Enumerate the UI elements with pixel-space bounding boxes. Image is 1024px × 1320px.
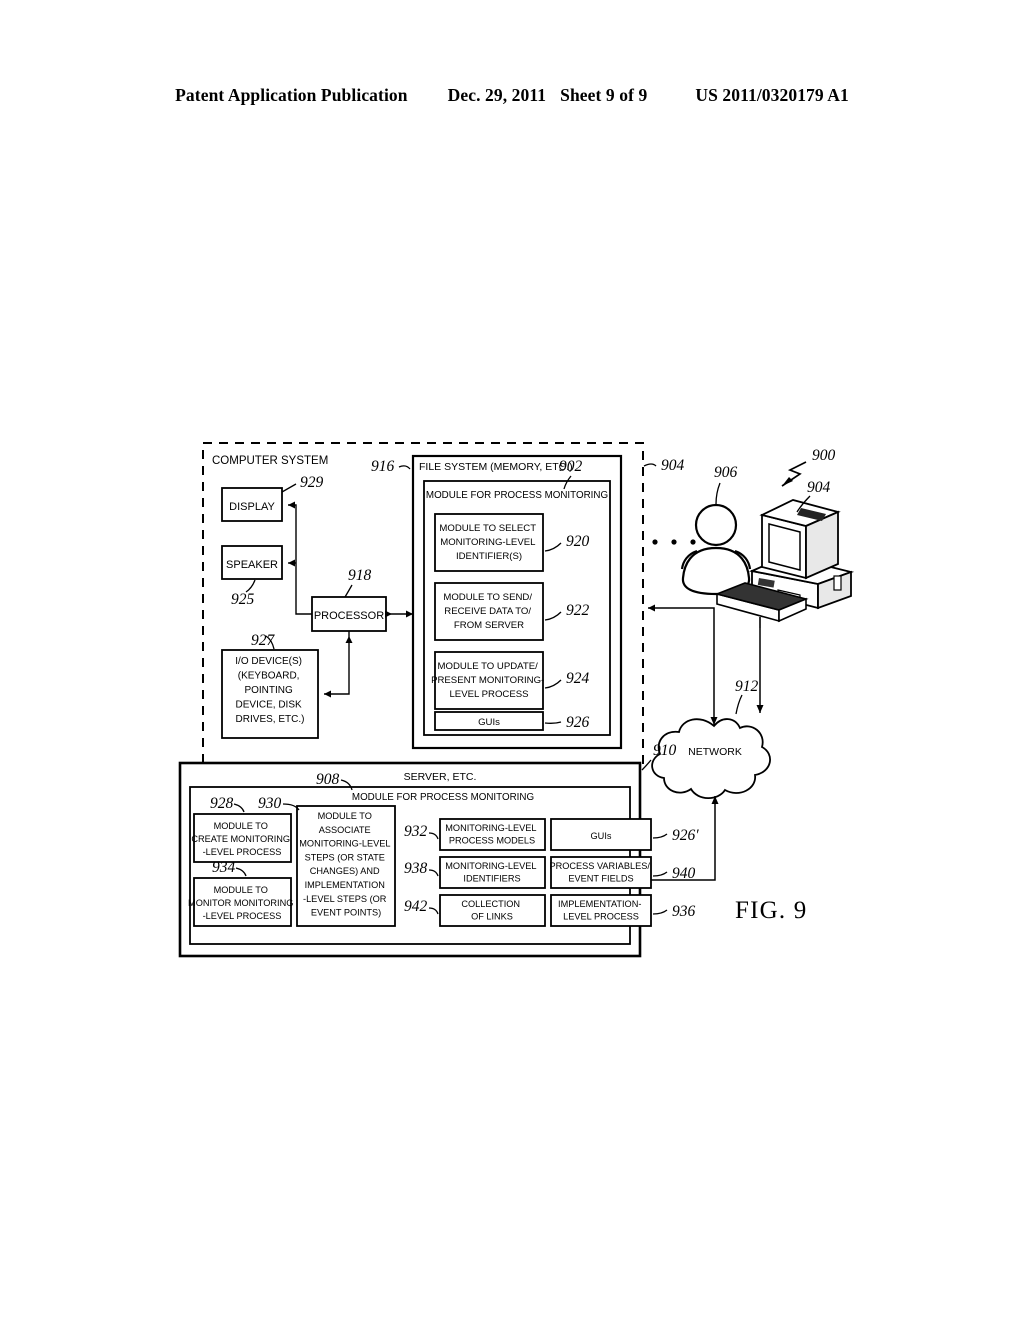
user-icon <box>680 503 752 596</box>
patent-figure-9: COMPUTER SYSTEM 904 DISPLAY 929 SPEAKER … <box>0 0 1024 1320</box>
ref-928: 928 <box>210 795 234 812</box>
ellipsis-dots <box>652 539 696 545</box>
server-module-title: MODULE FOR PROCESS MONITORING <box>352 792 534 803</box>
server-guis-label: GUIs <box>591 831 612 841</box>
ref-930: 930 <box>258 795 282 812</box>
io-line-0: I/O DEVICE(S) <box>235 656 302 667</box>
ref-934: 934 <box>212 859 236 876</box>
ref-900-system: 900 <box>812 447 836 464</box>
ref-908-server-module: 908 <box>316 771 340 788</box>
ref-902-module: 902 <box>559 458 583 475</box>
ref-912-network: 912 <box>735 678 759 695</box>
ref-925-speaker: 925 <box>231 591 255 608</box>
processor-label: PROCESSOR <box>314 610 384 622</box>
io-line-1: (KEYBOARD, <box>238 671 300 682</box>
ref-922: 922 <box>566 602 590 619</box>
io-device-label: I/O DEVICE(S) (KEYBOARD, POINTING DEVICE… <box>235 656 304 725</box>
ref-938: 938 <box>404 860 428 877</box>
server-title: SERVER, ETC. <box>404 771 477 783</box>
figure-caption: FIG. 9 <box>735 897 807 924</box>
ref-926: 926 <box>566 714 590 731</box>
client-guis-label: GUIs <box>478 717 500 728</box>
ref-904-workstation: 904 <box>807 479 831 496</box>
computer-system-title: COMPUTER SYSTEM <box>212 455 328 467</box>
ref-924: 924 <box>566 670 590 687</box>
ref-927-io-device: 927 <box>251 632 276 649</box>
speaker-label: SPEAKER <box>226 559 278 571</box>
client-module-title: MODULE FOR PROCESS MONITORING <box>426 490 608 501</box>
io-line-3: DEVICE, DISK <box>236 700 302 711</box>
ref-936: 936 <box>672 903 696 920</box>
display-label: DISPLAY <box>229 501 275 513</box>
file-system-title: FILE SYSTEM (MEMORY, ETC.) <box>419 461 573 473</box>
ref-918-processor: 918 <box>348 567 372 584</box>
ref-904-computer-system: 904 <box>661 457 685 474</box>
module-send-receive-label: MODULE TO SEND/ RECEIVE DATA TO/ FROM SE… <box>443 592 534 631</box>
ref-910-server: 910 <box>653 742 677 759</box>
network-label: NETWORK <box>688 746 742 758</box>
io-line-2: POINTING <box>244 685 293 696</box>
ref-920: 920 <box>566 533 590 550</box>
io-line-4: DRIVES, ETC.) <box>236 714 305 725</box>
ref-926-prime: 926′ <box>672 827 699 844</box>
ref-940: 940 <box>672 865 696 882</box>
ref-906-user: 906 <box>714 464 738 481</box>
ref-916-file-system: 916 <box>371 458 395 475</box>
ref-942: 942 <box>404 898 428 915</box>
ref-932: 932 <box>404 823 428 840</box>
ref-929-display: 929 <box>300 474 324 491</box>
